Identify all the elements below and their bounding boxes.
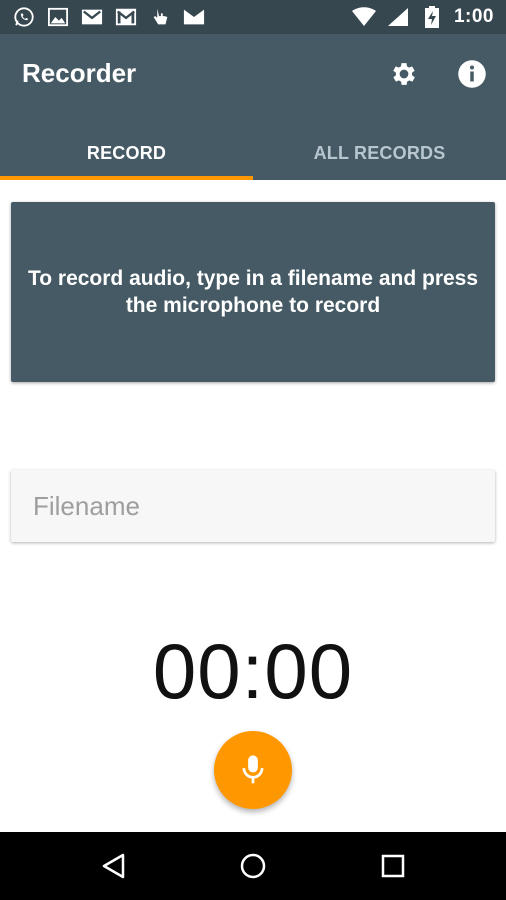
filename-input[interactable] xyxy=(11,470,495,542)
clock: 1:00 xyxy=(453,6,494,27)
recording-timer: 00:00 xyxy=(152,627,354,715)
settings-icon xyxy=(393,63,415,85)
battery-charging-icon xyxy=(420,6,444,28)
recents-icon xyxy=(381,854,405,878)
home-icon xyxy=(240,853,266,879)
info-icon xyxy=(458,60,486,88)
app-bar: Recorder RECORD ALL RECORDS xyxy=(0,34,506,180)
home-button[interactable] xyxy=(237,850,269,882)
notification-icons xyxy=(12,6,206,28)
back-button[interactable] xyxy=(97,850,129,882)
cell-signal-icon xyxy=(386,6,410,28)
navigation-bar xyxy=(0,832,506,900)
system-icons: 1:00 xyxy=(351,6,494,28)
gmail-icon xyxy=(182,6,206,28)
info-button[interactable] xyxy=(454,56,490,92)
recents-button[interactable] xyxy=(377,850,409,882)
tab-record[interactable]: RECORD xyxy=(0,126,253,180)
settings-button[interactable] xyxy=(386,56,422,92)
status-bar: 1:00 xyxy=(0,0,506,34)
instruction-text: To record audio, type in a filename and … xyxy=(27,267,479,317)
active-tab-indicator xyxy=(0,176,253,180)
gmail-icon xyxy=(80,6,104,28)
gmail-icon xyxy=(114,6,138,28)
wifi-icon xyxy=(351,6,376,28)
tab-all-records[interactable]: ALL RECORDS xyxy=(253,126,506,180)
filename-field xyxy=(11,470,495,542)
whatsapp-icon xyxy=(12,6,36,28)
app-title: Recorder xyxy=(22,58,137,88)
tab-bar: RECORD ALL RECORDS xyxy=(0,126,506,180)
instruction-card: To record audio, type in a filename and … xyxy=(11,202,495,382)
image-icon xyxy=(46,6,70,28)
microphone-icon xyxy=(242,755,264,784)
record-button[interactable] xyxy=(214,731,292,809)
back-icon xyxy=(102,853,125,879)
touch-icon xyxy=(148,6,172,28)
